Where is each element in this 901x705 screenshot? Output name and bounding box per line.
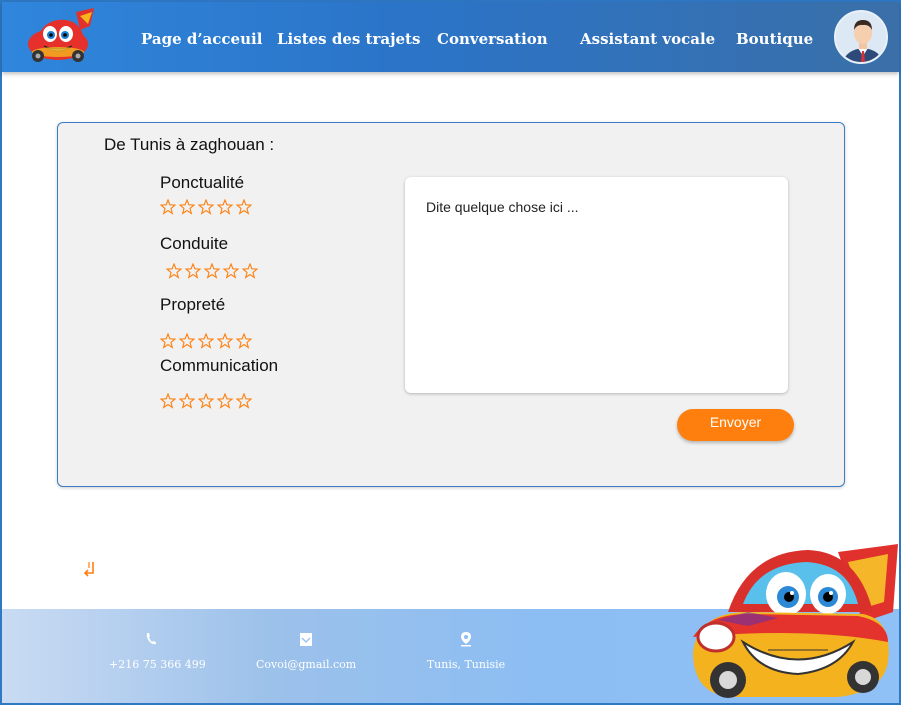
footer-phone: +216 75 366 499 <box>109 631 206 673</box>
send-button[interactable]: Envoyer <box>677 409 794 441</box>
comment-textarea[interactable]: Dite quelque chose ici ... <box>405 177 788 393</box>
footer-location-text: Tunis, Tunisie <box>426 658 506 671</box>
rating-stars-driving <box>165 262 259 281</box>
phone-icon <box>146 633 156 645</box>
star-icon[interactable] <box>184 262 202 281</box>
star-icon[interactable] <box>159 332 177 351</box>
footer-email-text: Covoi@gmail.com <box>256 658 357 671</box>
star-icon[interactable] <box>203 262 221 281</box>
nav-voice-assistant[interactable]: Assistant vocale <box>580 30 715 48</box>
user-avatar[interactable] <box>834 10 888 64</box>
location-pin-icon <box>461 632 471 647</box>
criterion-label-punctuality: Ponctualité <box>160 173 245 192</box>
star-icon[interactable] <box>178 392 196 411</box>
star-icon[interactable] <box>222 262 240 281</box>
star-icon[interactable] <box>159 392 177 411</box>
car-mascot-logo[interactable] <box>24 6 96 66</box>
criterion-label-cleanliness: Propreté <box>160 295 226 314</box>
mail-icon <box>300 633 312 646</box>
star-icon[interactable] <box>216 198 234 217</box>
route-title: De Tunis à zaghouan : <box>104 135 275 154</box>
rating-stars-cleanliness <box>159 332 253 351</box>
nav-trip-list[interactable]: Listes des trajets <box>277 30 420 48</box>
star-icon[interactable] <box>235 332 253 351</box>
footer-location: Tunis, Tunisie <box>426 631 506 673</box>
star-icon[interactable] <box>235 392 253 411</box>
review-card: De Tunis à zaghouan : Ponctualité Condui… <box>57 122 845 487</box>
footer-phone-text: +216 75 366 499 <box>109 658 206 671</box>
nav-home[interactable]: Page d’acceuil <box>141 30 262 48</box>
top-navbar: Page d’acceuil Listes des trajets Conver… <box>2 2 899 72</box>
star-icon[interactable] <box>197 198 215 217</box>
star-icon[interactable] <box>165 262 183 281</box>
star-icon[interactable] <box>216 392 234 411</box>
star-icon[interactable] <box>241 262 259 281</box>
criterion-label-driving: Conduite <box>160 234 229 253</box>
car-mascot-illustration <box>693 544 898 698</box>
star-icon[interactable] <box>216 332 234 351</box>
star-icon[interactable] <box>178 198 196 217</box>
user-avatar-icon <box>836 12 886 62</box>
star-icon[interactable] <box>197 332 215 351</box>
star-icon[interactable] <box>197 392 215 411</box>
footer-email: Covoi@gmail.com <box>256 631 356 673</box>
back-arrow-icon[interactable] <box>82 559 98 579</box>
star-icon[interactable] <box>235 198 253 217</box>
nav-conversation[interactable]: Conversation <box>437 30 548 48</box>
nav-shop[interactable]: Boutique <box>736 30 813 48</box>
criterion-label-communication: Communication <box>160 356 279 375</box>
rating-stars-punctuality <box>159 198 253 217</box>
star-icon[interactable] <box>178 332 196 351</box>
star-icon[interactable] <box>159 198 177 217</box>
rating-stars-communication <box>159 392 253 411</box>
